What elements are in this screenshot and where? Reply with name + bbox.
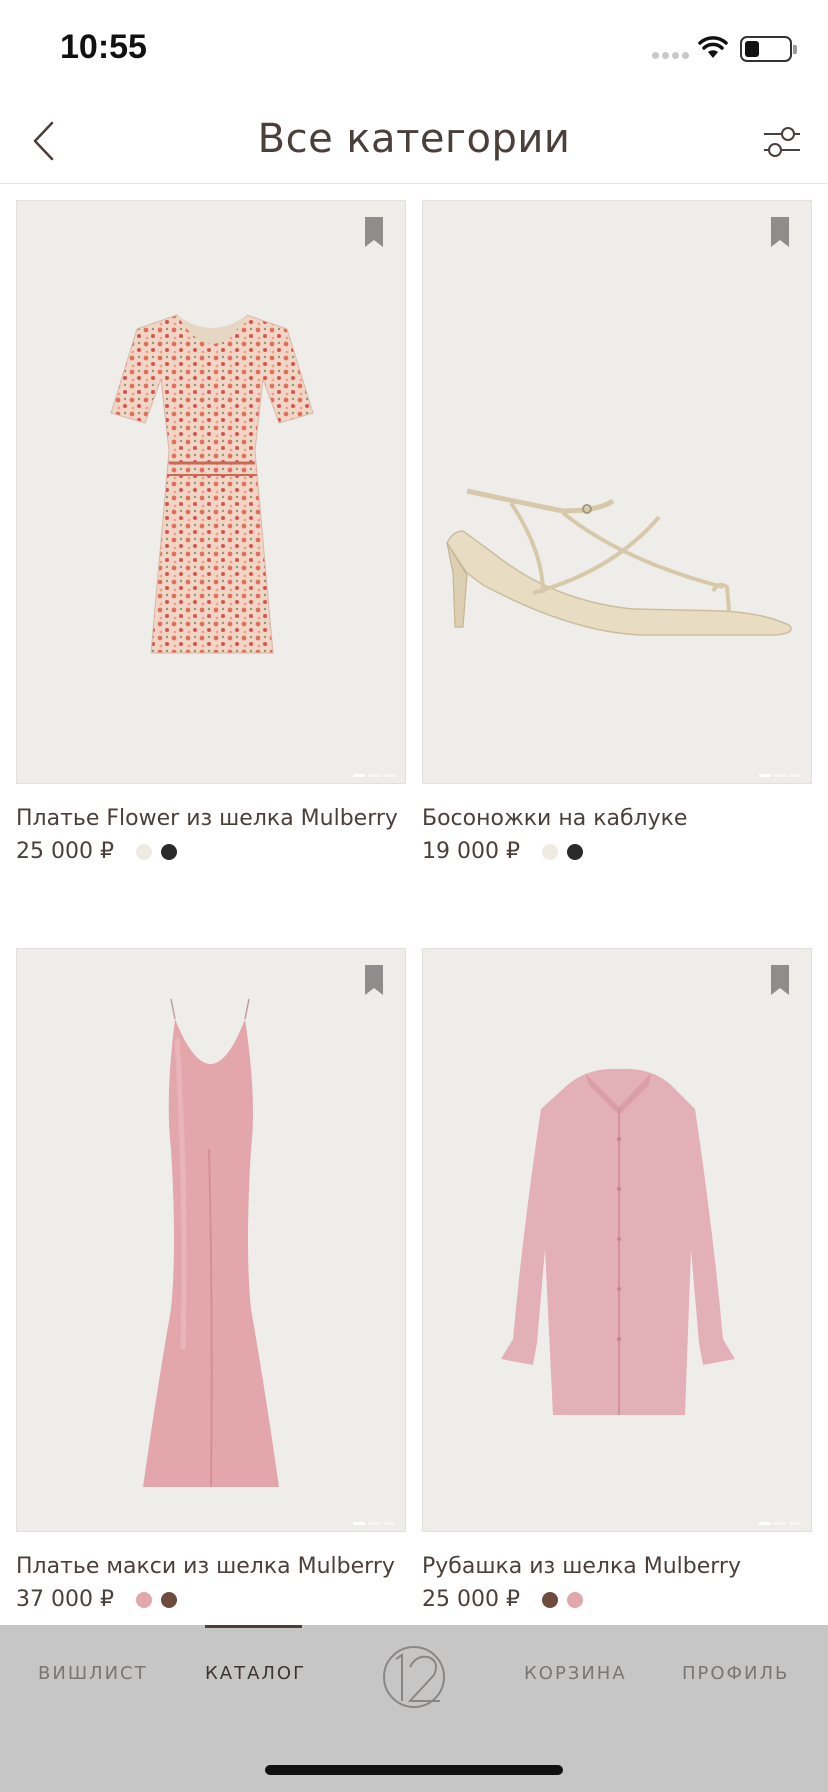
product-name: Рубашка из шелка Mulberry [422, 1554, 741, 1579]
color-swatch[interactable] [135, 843, 152, 860]
tab-wishlist[interactable]: ВИШЛИСТ [38, 1663, 148, 1684]
product-price: 25 000 ₽ [16, 839, 114, 864]
product-card[interactable]: Платье Flower из шелка Mulberry 25 000 ₽ [16, 200, 406, 864]
product-card[interactable]: Босоножки на каблуке 19 000 ₽ [422, 200, 812, 864]
bookmark-icon[interactable] [771, 965, 789, 995]
price-row: 37 000 ₽ [16, 1587, 406, 1612]
price-row: 19 000 ₽ [422, 839, 812, 864]
color-swatch[interactable] [566, 843, 583, 860]
tab-profile[interactable]: ПРОФИЛЬ [682, 1663, 789, 1684]
battery-icon [740, 36, 797, 62]
product-image[interactable] [16, 948, 406, 1532]
image-pagination-dots [759, 1522, 801, 1525]
product-image[interactable] [16, 200, 406, 784]
bookmark-icon[interactable] [771, 217, 789, 247]
maxi-dress-image [143, 998, 279, 1488]
image-pagination-dots [759, 774, 801, 777]
product-name: Платье макси из шелка Mulberry [16, 1554, 395, 1579]
wifi-icon [698, 36, 728, 58]
page-title: Все категории [257, 116, 571, 162]
nav-header: Все категории [0, 100, 828, 184]
color-swatch[interactable] [541, 843, 558, 860]
filter-button[interactable] [758, 118, 806, 166]
status-bar: 10:55 [0, 0, 828, 100]
color-swatch[interactable] [566, 1591, 583, 1608]
status-time: 10:55 [60, 28, 147, 66]
brand-12-logo-icon[interactable] [380, 1643, 448, 1711]
bookmark-icon[interactable] [365, 965, 383, 995]
product-price: 37 000 ₽ [16, 1587, 114, 1612]
color-swatch[interactable] [160, 843, 177, 860]
filter-sliders-icon [764, 127, 800, 157]
product-price: 25 000 ₽ [422, 1587, 520, 1612]
home-indicator [265, 1765, 563, 1775]
bookmark-icon[interactable] [365, 217, 383, 247]
color-swatch[interactable] [160, 1591, 177, 1608]
product-card[interactable]: Платье макси из шелка Mulberry 37 000 ₽ [16, 948, 406, 1612]
price-row: 25 000 ₽ [422, 1587, 812, 1612]
color-swatch[interactable] [541, 1591, 558, 1608]
tab-catalog[interactable]: КАТАЛОГ [205, 1663, 306, 1684]
active-tab-indicator [205, 1625, 302, 1628]
silk-shirt-image [501, 1068, 735, 1415]
product-card[interactable]: Рубашка из шелка Mulberry 25 000 ₽ [422, 948, 812, 1612]
color-swatch[interactable] [135, 1591, 152, 1608]
product-name: Платье Flower из шелка Mulberry [16, 806, 398, 831]
image-pagination-dots [353, 1522, 395, 1525]
floral-dress-image [110, 314, 314, 654]
product-name: Босоножки на каблуке [422, 806, 688, 831]
tab-cart[interactable]: КОРЗИНА [524, 1663, 627, 1684]
product-image[interactable] [422, 200, 812, 784]
signal-dots-icon [652, 52, 689, 59]
image-pagination-dots [353, 774, 395, 777]
sandal-image [446, 488, 792, 636]
product-image[interactable] [422, 948, 812, 1532]
price-row: 25 000 ₽ [16, 839, 406, 864]
product-price: 19 000 ₽ [422, 839, 520, 864]
